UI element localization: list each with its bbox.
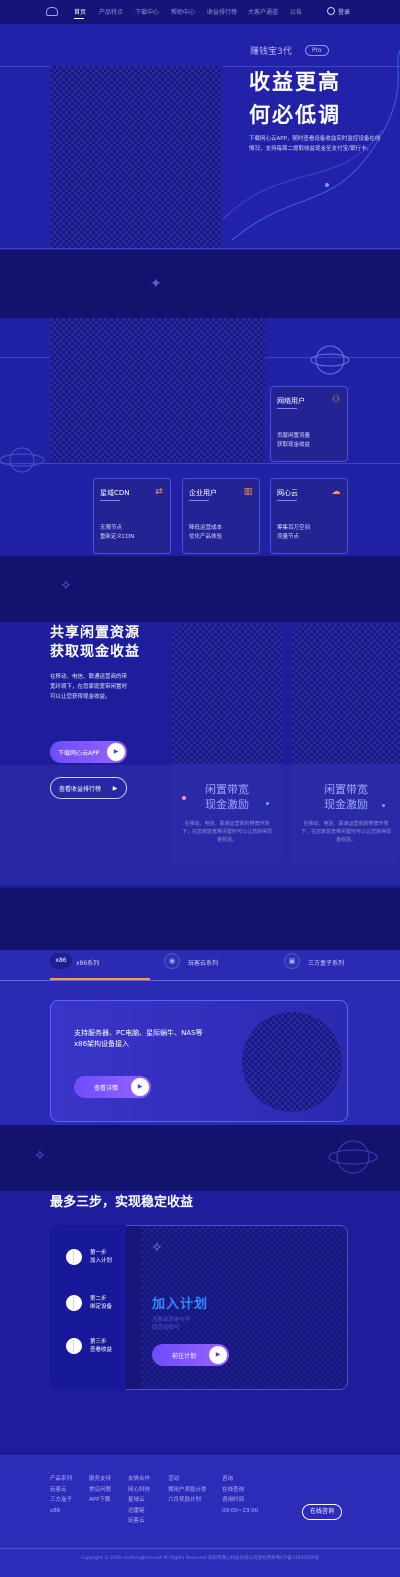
bandwidth-card-title: 闲置带宽 现金激励 (324, 783, 368, 811)
spacer-band (0, 888, 400, 950)
users-image-placeholder (50, 318, 265, 463)
nav-download[interactable]: 下载中心 (135, 7, 159, 16)
card-divider (277, 500, 297, 501)
card-cdn[interactable]: 星域CDN ⇄ 无限节点 重新定义CDN (93, 478, 171, 554)
bandwidth-card-image (292, 624, 400, 764)
step1-label: 第一步 加入计划 (90, 1250, 113, 1264)
planet-decoration (0, 447, 45, 473)
bandwidth-card-desc: 在移动、电信、联通运营商的带宽环境下，在您家庭宽带闲置时可以让您获得现金收益。 (300, 821, 391, 843)
card-enterprise[interactable]: 企业用户 ▥ 降低运营成本 优化产品体验 (182, 478, 260, 554)
step2-icon (66, 1295, 82, 1311)
nav-notice[interactable]: 公告 (290, 7, 302, 16)
bandwidth-card-title: 闲置带宽 现金激励 (205, 783, 249, 811)
bandwidth-card-image (172, 624, 282, 764)
footer-col-products: 产品系列 玩客云 三方盒子 x86 (50, 1476, 73, 1514)
online-consult-button[interactable]: 在线咨询 (302, 1504, 342, 1520)
nav-ranking[interactable]: 收益排行榜 (207, 7, 237, 16)
card-title: 企业用户 (189, 489, 217, 497)
play-arrow-icon: ▶ (112, 785, 118, 792)
tab-third-party[interactable]: 三方盒子系列 (308, 958, 344, 967)
hero-title-line2: 何必低调 (249, 103, 341, 127)
nav-home[interactable]: 首页 (74, 7, 86, 16)
card-description: 无限节点 重新定义CDN (100, 525, 135, 540)
footer-col-consult: 咨询 在线查询 咨询时间 09:00~23:00 (222, 1476, 259, 1514)
play-arrow-icon: ▶ (107, 743, 125, 761)
star-decoration: ✧ (34, 1148, 46, 1164)
card-cloud[interactable]: 网心云 ☁ 筹集百万空间 流量节点 (270, 478, 348, 554)
view-ranking-button[interactable]: 查看收益排行榜 ▶ (50, 777, 127, 799)
go-to-plan-button[interactable]: 前往计划 ▶ (152, 1344, 229, 1366)
planet-decoration (328, 1140, 378, 1174)
join-plan-title: 加入计划 (152, 1297, 209, 1312)
x86-details-button[interactable]: 查看详情 ▶ (74, 1076, 151, 1098)
card-network-user[interactable]: 网络用户 ⚇ 贡献闲置流量 获取现金收益 (270, 386, 348, 462)
wanke-icon: ◉ (164, 953, 180, 969)
cloud-icon: ☁ (331, 487, 341, 497)
cdn-icon: ⇄ (155, 487, 163, 497)
footer-col-activities: 活动 拥用户奖励计划 六月奖励计划 (168, 1476, 207, 1503)
bandwidth-card-desc: 在移动、电信、联通运营商的带宽环境下，在您家庭宽带闲置时可以让您获得现金收益。 (181, 821, 272, 843)
card-description: 筹集百万空间 流量节点 (277, 525, 311, 540)
star-decoration: ✧ (151, 1240, 163, 1256)
step3-label: 第三步 查看收益 (90, 1339, 113, 1353)
planet-icon (310, 345, 350, 375)
dot-decoration (382, 804, 385, 807)
bandwidth-card[interactable]: 闲置带宽 现金激励 在移动、电信、联通运营商的带宽环境下，在您家庭宽带闲置时可以… (172, 624, 282, 864)
step3-icon (66, 1338, 82, 1354)
card-title: 星域CDN (100, 489, 130, 497)
card-description: 贡献闲置流量 获取现金收益 (277, 433, 311, 448)
nav-enterprise[interactable]: 大客户通道 (248, 7, 278, 16)
hero-title-line1: 收益更高 (249, 70, 341, 94)
x86-badge: x86 (50, 953, 72, 969)
building-icon: ▥ (243, 487, 253, 497)
card-title: 网络用户 (277, 397, 305, 405)
hero-description: 下载网心云APP，随时查看设备收益实时监控设备在线情况，支持每周二提取收益现金至… (249, 136, 381, 152)
share-description: 在移动、电信、联通运营商的带宽环境下，在您家庭宽带闲置时可以让您获得现金收益。 (50, 674, 128, 700)
steps-title: 最多三步，实现稳定收益 (50, 1195, 194, 1210)
top-nav: 首页 产品特点 下载中心 帮助中心 收益排行榜 大客户通道 公告 登录 (0, 0, 400, 24)
dot-decoration (182, 796, 186, 800)
join-plan-subtitle: 注册会员参与不 同活动即可 (152, 1317, 191, 1331)
star-decoration: ✧ (60, 578, 72, 594)
nav-active-underline (74, 18, 84, 19)
steps-list (50, 1225, 126, 1390)
nav-features[interactable]: 产品特点 (99, 7, 123, 16)
x86-device-image (242, 1012, 342, 1112)
footer-col-partners: 友情合作 网心科技 星域云 迅雷链 玩客云 (128, 1476, 151, 1524)
pro-badge: Pro (305, 45, 329, 56)
box-icon: ▣ (284, 953, 300, 969)
step2-label: 第二步 绑定设备 (90, 1296, 113, 1310)
logo-icon[interactable] (46, 7, 58, 16)
card-divider (100, 500, 120, 501)
play-arrow-icon: ▶ (209, 1346, 227, 1364)
step1-icon (66, 1249, 82, 1265)
share-title-line2: 获取现金收益 (50, 644, 140, 660)
share-title-line1: 共享闲置资源 (50, 625, 140, 641)
hero-brand: 赚钱宝3代 (250, 47, 292, 57)
hero-image-placeholder (50, 66, 222, 248)
card-title: 网心云 (277, 489, 298, 497)
download-app-button[interactable]: 下载网心云APP ▶ (50, 741, 127, 763)
login-link[interactable]: 登录 (327, 7, 350, 16)
copyright: Copyright © 2020 onethingtech.net All Ri… (80, 1556, 320, 1561)
card-divider (277, 408, 297, 409)
spacer-band (0, 250, 400, 318)
tab-wanke[interactable]: 玩客云系列 (188, 958, 218, 967)
play-arrow-icon: ▶ (131, 1078, 149, 1096)
card-description: 降低运营成本 优化产品体验 (189, 525, 223, 540)
nav-help[interactable]: 帮助中心 (171, 7, 195, 16)
tab-x86[interactable]: x86系列 (76, 958, 99, 967)
dot-decoration (266, 802, 269, 805)
card-divider (189, 500, 209, 501)
footer-col-support: 服务支持 常见问题 APP下载 (89, 1476, 112, 1503)
bandwidth-card[interactable]: 闲置带宽 现金激励 在移动、电信、联通运营商的带宽环境下，在您家庭宽带闲置时可以… (292, 624, 400, 864)
x86-description: 支持服务器、PC电脑、星际蜗牛、NAS等 x86架构设备接入 (74, 1029, 203, 1048)
users-icon: ⚇ (331, 395, 341, 405)
star-decoration: ✦ (150, 276, 162, 292)
